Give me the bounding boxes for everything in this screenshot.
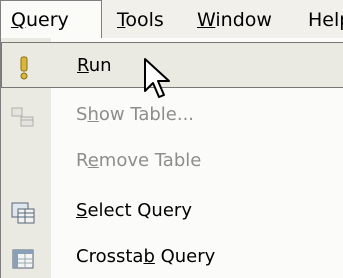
menu-help[interactable]: Help <box>308 9 343 31</box>
mouse-pointer-icon <box>143 57 179 107</box>
menu-item-remove-table-label: Remove Table <box>76 150 202 171</box>
menu-window-accel: W <box>197 9 216 31</box>
exclamation-icon <box>11 53 37 80</box>
menu-window-label: indow <box>215 9 272 31</box>
menu-item-crosstab-query-label: Crosstab Query <box>76 246 216 267</box>
crosstab-query-icon <box>10 244 36 270</box>
show-table-icon <box>10 102 36 128</box>
menu-help-label: Help <box>308 9 343 31</box>
menu-item-select-query[interactable]: Select Query <box>1 188 343 234</box>
menu-item-run-label: Run <box>77 55 112 76</box>
menu-tools-label: ools <box>125 9 164 31</box>
menu-query-label: uery <box>25 9 69 31</box>
menu-item-remove-table[interactable]: Remove Table <box>1 138 343 184</box>
menu-query[interactable]: Query <box>0 0 102 38</box>
select-query-icon <box>10 198 36 224</box>
menu-query-accel: Q <box>11 9 26 31</box>
menu-tools[interactable]: Tools <box>117 9 164 31</box>
menu-item-select-query-label: Select Query <box>76 200 192 221</box>
screen: Query Tools Window Help Run <box>0 0 343 278</box>
menu-item-crosstab-query[interactable]: Crosstab Query <box>1 234 343 278</box>
menu-bar: Query Tools Window Help <box>0 0 343 38</box>
menu-window[interactable]: Window <box>197 9 272 31</box>
